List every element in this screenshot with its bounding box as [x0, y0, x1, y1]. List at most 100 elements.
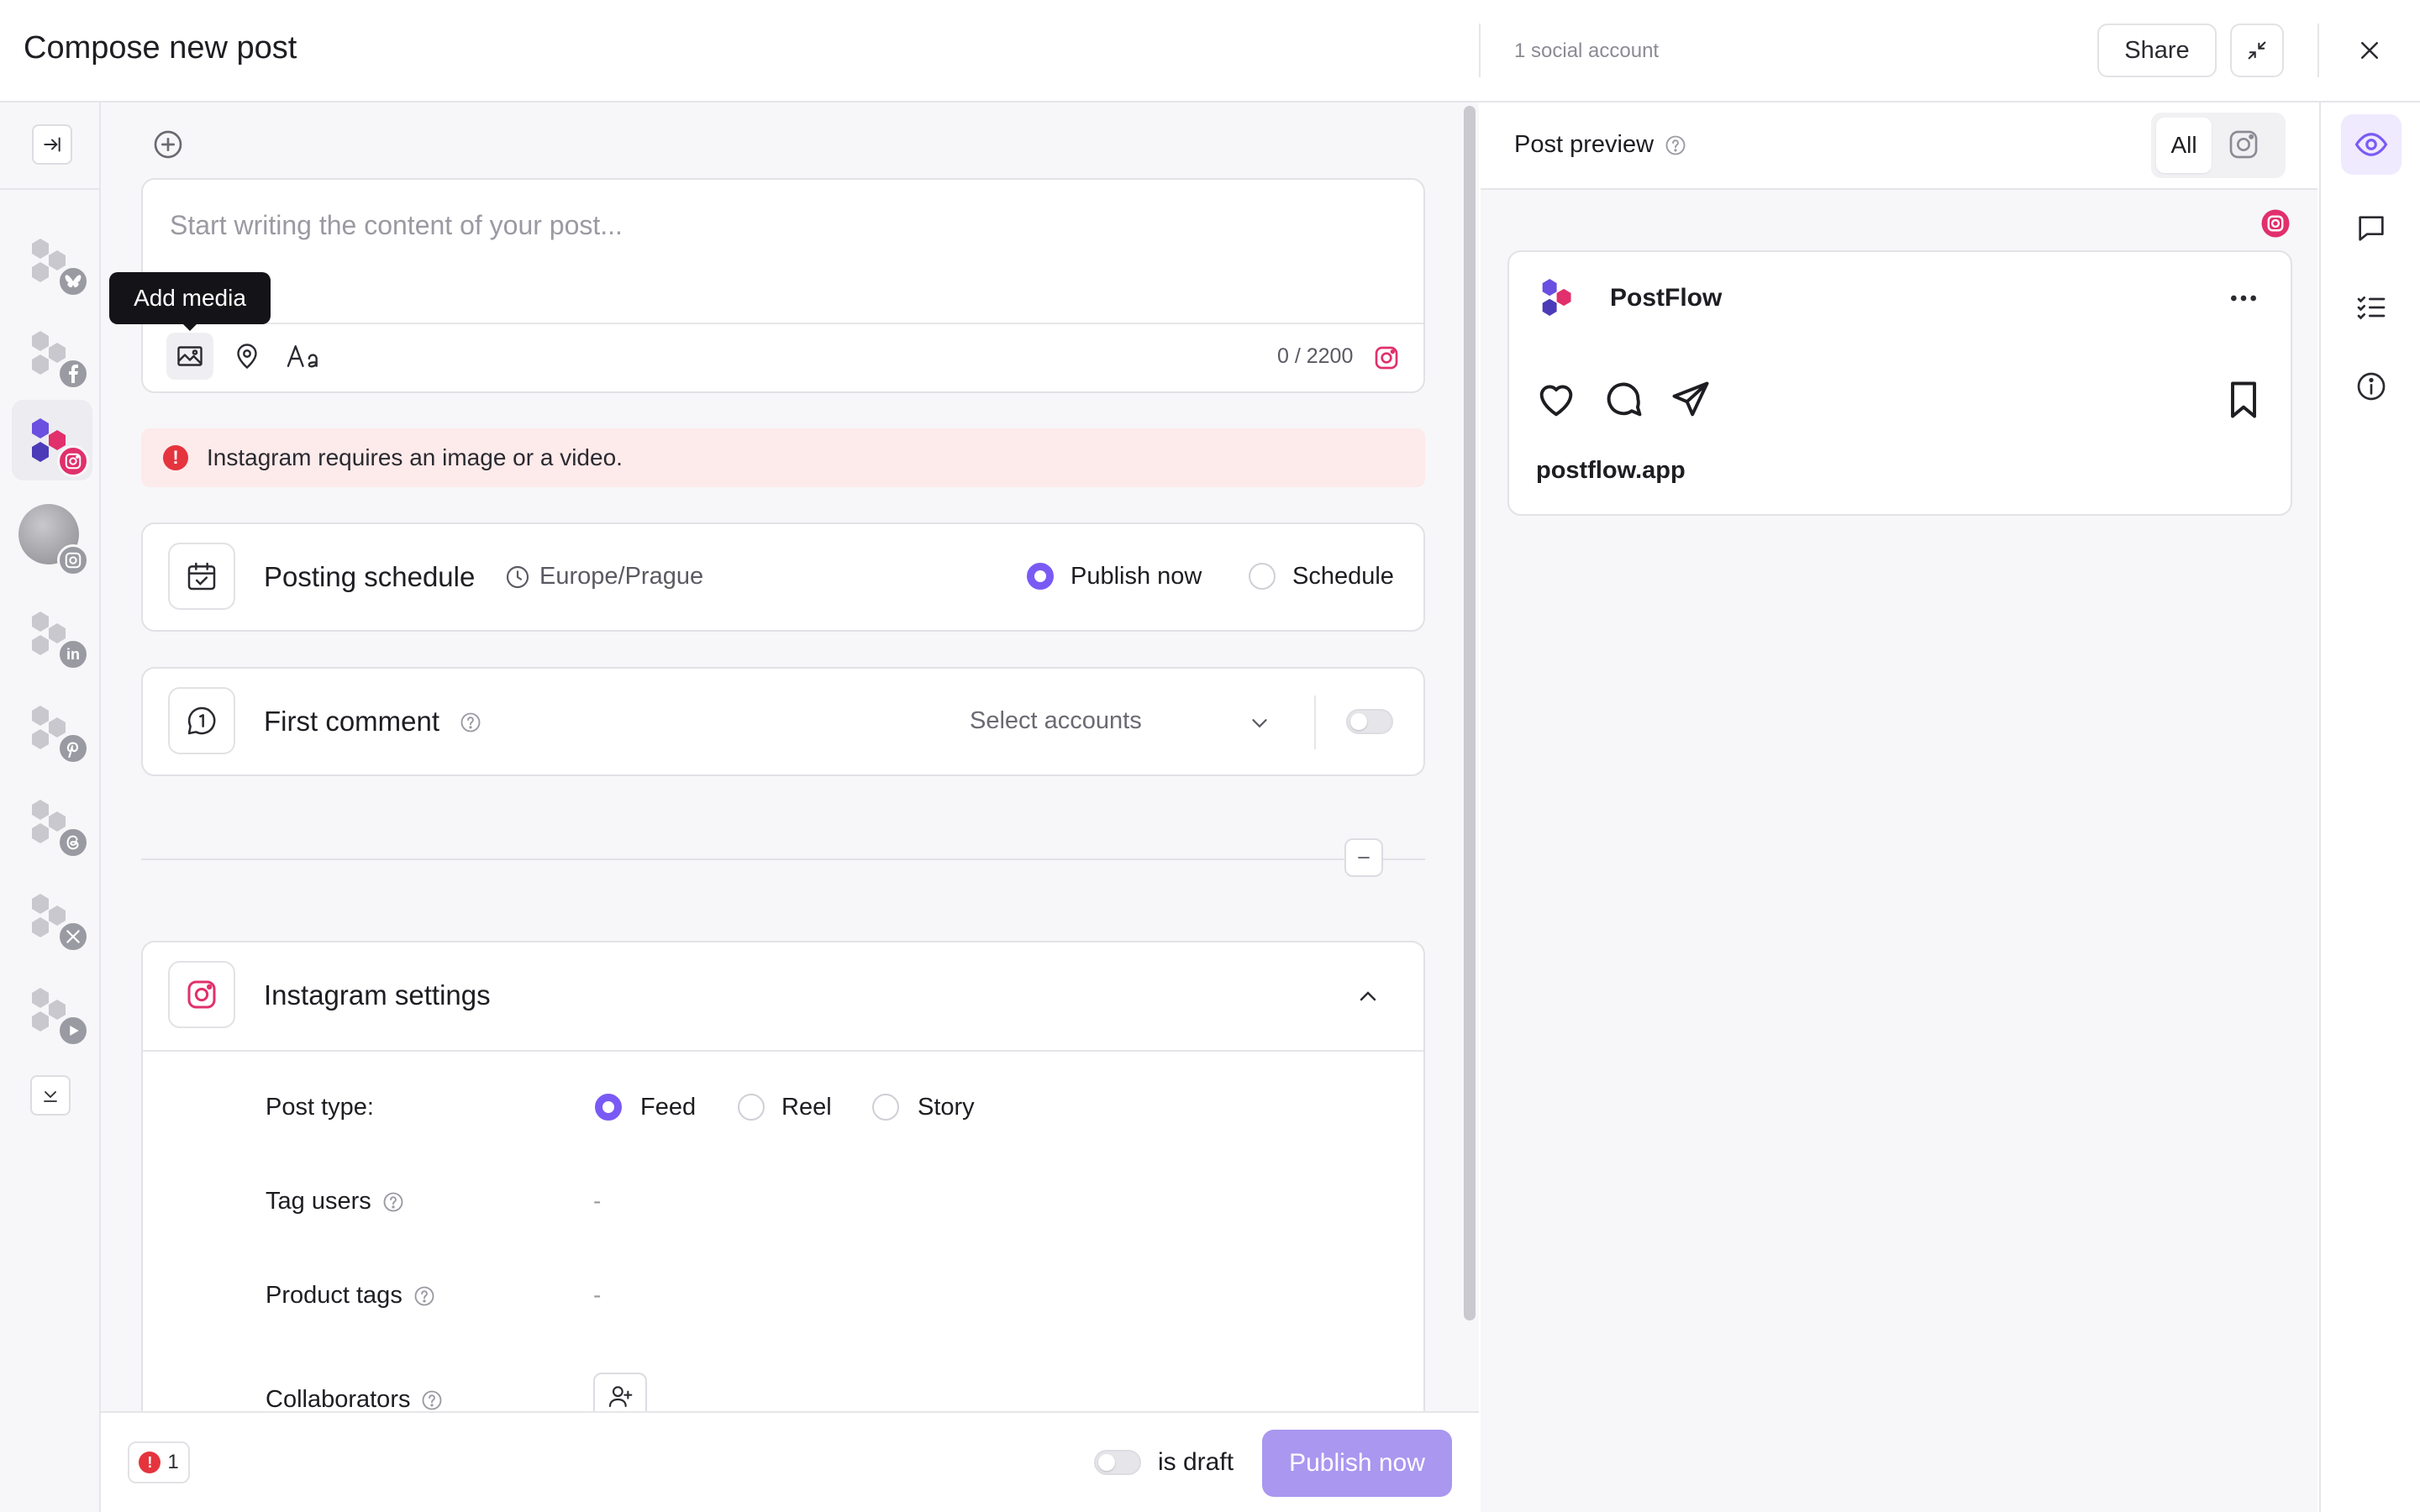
preview-title: Post preview: [1514, 131, 1687, 159]
radio-schedule[interactable]: [1249, 563, 1276, 590]
more-options-icon[interactable]: [2227, 284, 2260, 312]
collapse-section-button[interactable]: [1344, 838, 1383, 877]
tooltip-arrow: [182, 323, 198, 331]
checklist-button[interactable]: [2341, 277, 2402, 338]
publish-now-button[interactable]: Publish now: [1262, 1430, 1452, 1497]
instagram-settings-title: Instagram settings: [264, 979, 491, 1011]
chevron-down-icon[interactable]: [1247, 711, 1272, 736]
timezone-selector[interactable]: Europe/Prague: [504, 563, 703, 591]
help-icon[interactable]: [381, 1190, 405, 1214]
account-threads[interactable]: [12, 781, 92, 862]
timezone-label: Europe/Prague: [539, 563, 704, 590]
preview-caption-link: postflow.app: [1536, 457, 1686, 484]
add-media-button[interactable]: [166, 333, 213, 380]
error-count-badge[interactable]: ! 1: [128, 1441, 190, 1483]
instagram-icon: [1375, 346, 1398, 370]
draft-toggle[interactable]: [1094, 1450, 1141, 1475]
expand-sidebar-button[interactable]: [32, 124, 72, 165]
bookmark-icon: [2231, 381, 2256, 418]
header: [0, 0, 2420, 102]
error-count: 1: [167, 1451, 179, 1473]
help-icon[interactable]: [459, 711, 482, 734]
instagram-icon-box: [168, 961, 235, 1028]
help-icon[interactable]: [413, 1284, 436, 1308]
radio-feed[interactable]: [595, 1094, 622, 1121]
send-icon: [1672, 381, 1709, 417]
account-pinterest[interactable]: [12, 687, 92, 768]
account-x[interactable]: [12, 875, 92, 956]
tag-users-value[interactable]: -: [593, 1188, 601, 1215]
header-divider: [1479, 24, 1481, 77]
help-icon[interactable]: [420, 1389, 444, 1412]
account-linkedin[interactable]: in: [12, 593, 92, 674]
comment-number-icon: [187, 706, 216, 735]
radio-story-label[interactable]: Story: [918, 1094, 975, 1121]
pinterest-icon: [57, 732, 89, 764]
radio-publish-now[interactable]: [1027, 563, 1054, 590]
info-button[interactable]: [2341, 356, 2402, 417]
checklist-icon: [2357, 297, 2386, 320]
add-media-tooltip: Add media: [109, 272, 271, 324]
calendar-icon-box: [168, 543, 235, 610]
account-instagram-personal[interactable]: [12, 499, 92, 580]
product-tags-value[interactable]: -: [593, 1282, 601, 1309]
close-button[interactable]: [2346, 30, 2393, 71]
plus-circle-icon: [154, 130, 182, 159]
account-instagram-postflow[interactable]: [12, 400, 92, 480]
map-pin-icon: [237, 344, 257, 370]
instagram-icon: [187, 980, 216, 1009]
page-title: Compose new post: [24, 30, 297, 66]
show-more-accounts-button[interactable]: [30, 1075, 71, 1116]
select-accounts-dropdown[interactable]: Select accounts: [970, 707, 1142, 735]
radio-reel[interactable]: [738, 1094, 765, 1121]
text-format-icon: [287, 345, 318, 368]
radio-reel-label[interactable]: Reel: [781, 1094, 832, 1121]
add-location-button[interactable]: [224, 333, 271, 380]
section-divider: [141, 858, 1425, 860]
instagram-settings-card: [141, 941, 1425, 1411]
chevron-up-icon[interactable]: [1355, 983, 1381, 1010]
share-button[interactable]: Share: [2097, 24, 2217, 77]
instagram-settings-divider: [143, 1050, 1423, 1052]
eye-icon: [2354, 133, 2388, 156]
minus-icon: [1358, 857, 1370, 858]
instagram-icon: [57, 544, 89, 576]
post-content-input[interactable]: Start writing the content of your post..…: [170, 210, 623, 241]
account-youtube[interactable]: [12, 969, 92, 1050]
help-icon[interactable]: [1664, 134, 1687, 157]
radio-schedule-label[interactable]: Schedule: [1292, 563, 1394, 591]
account-count: 1 social account: [1514, 39, 1660, 62]
header-divider: [2317, 24, 2319, 77]
radio-publish-now-label[interactable]: Publish now: [1071, 563, 1202, 591]
post-type-label: Post type:: [266, 1094, 374, 1121]
first-comment-toggle[interactable]: [1346, 709, 1393, 734]
sidebar-divider: [0, 188, 101, 190]
composer-toolbar-divider: [143, 323, 1423, 324]
bluesky-icon: [57, 265, 89, 297]
instagram-indicator-icon: [2261, 209, 2290, 238]
filter-all-tab[interactable]: All: [2156, 118, 2212, 173]
calendar-check-icon: [187, 562, 216, 591]
account-bluesky[interactable]: [12, 220, 92, 301]
minimize-button[interactable]: [2230, 24, 2284, 77]
tag-users-label: Tag users: [266, 1188, 405, 1215]
radio-story[interactable]: [872, 1094, 899, 1121]
add-variant-button[interactable]: [151, 128, 185, 161]
postflow-logo-icon: [1542, 279, 1571, 316]
text-format-button[interactable]: [281, 333, 328, 380]
linkedin-icon: in: [57, 638, 89, 670]
filter-instagram-tab[interactable]: [2227, 128, 2260, 161]
posting-schedule-title: Posting schedule: [264, 561, 476, 592]
preview-toggle-button[interactable]: [2341, 114, 2402, 175]
radio-feed-label[interactable]: Feed: [640, 1094, 696, 1121]
draft-label: is draft: [1158, 1448, 1234, 1476]
editor-scrollbar[interactable]: [1464, 106, 1476, 1320]
comment-icon-box: [168, 687, 235, 754]
account-facebook[interactable]: [12, 312, 92, 393]
vertical-divider: [1314, 696, 1316, 749]
comments-button[interactable]: [2341, 198, 2402, 259]
collaborators-label: Collaborators: [266, 1386, 444, 1414]
instagram-icon: [57, 445, 89, 477]
heart-icon: [1539, 385, 1573, 417]
clock-icon: [506, 565, 529, 588]
